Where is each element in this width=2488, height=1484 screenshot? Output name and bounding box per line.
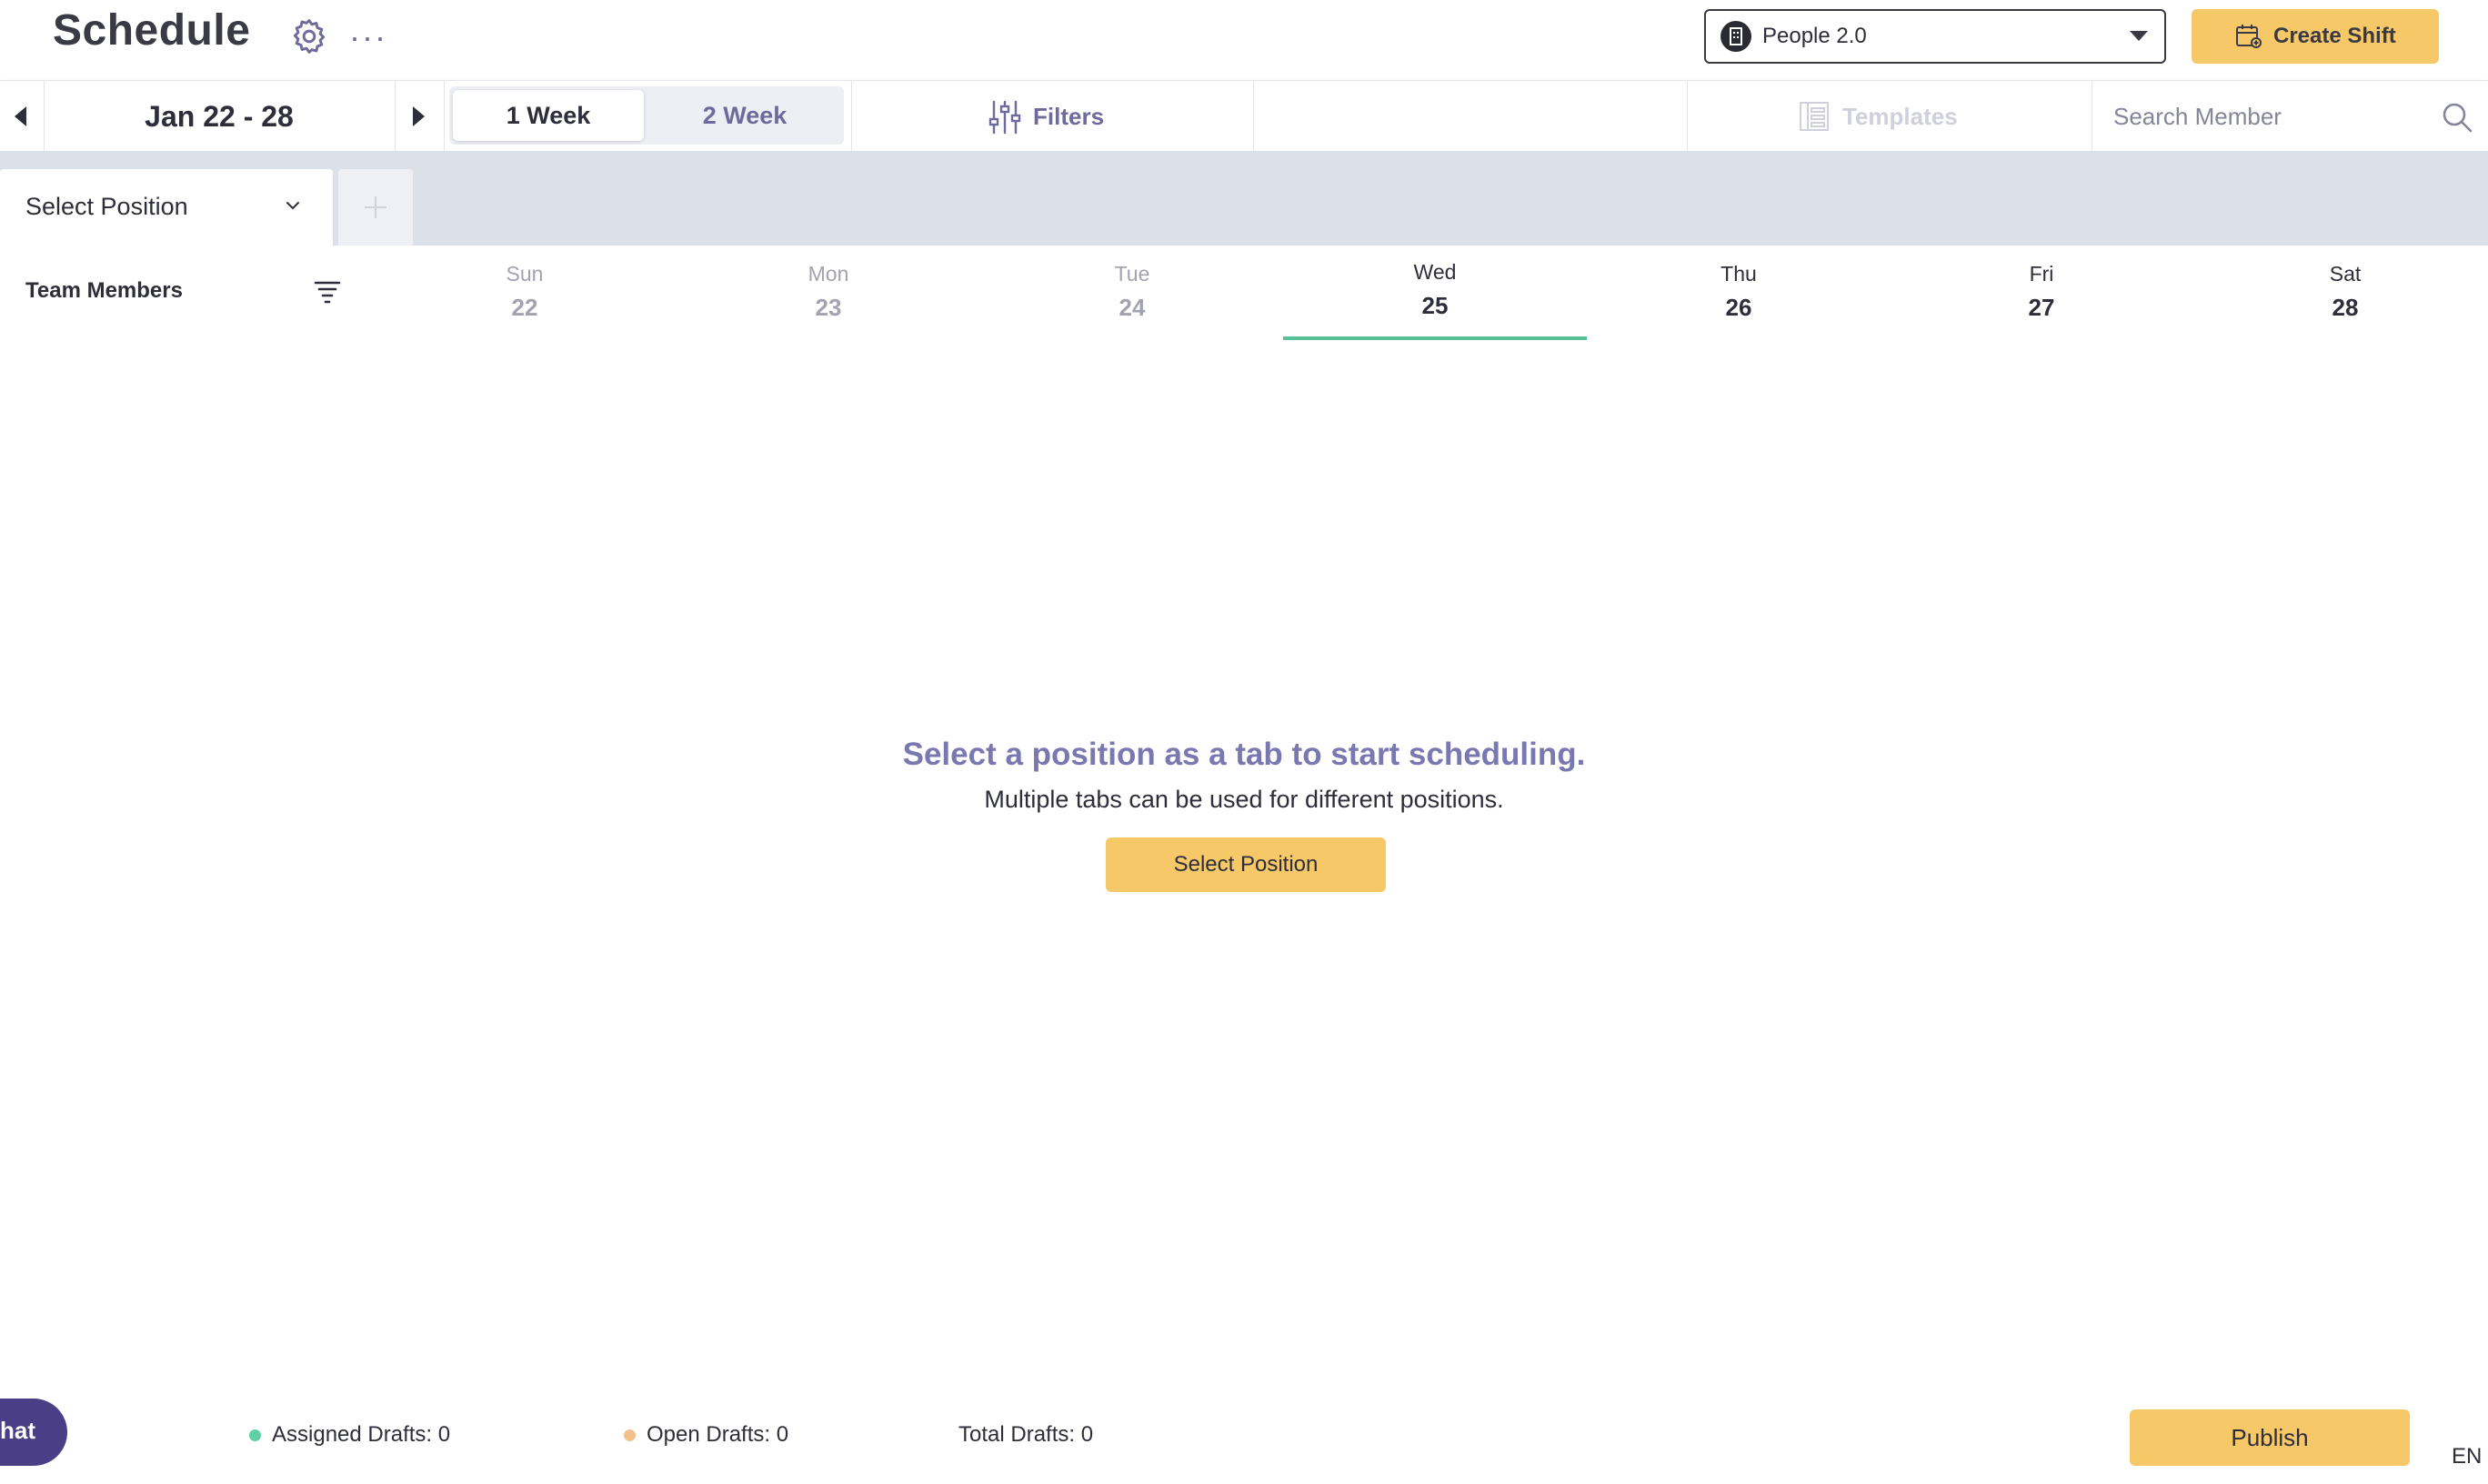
templates-label: Templates (1842, 103, 1958, 130)
day-header-wed: Wed 25 (1283, 258, 1587, 340)
divider (851, 81, 852, 152)
day-name: Sun (506, 262, 544, 286)
day-name: Mon (808, 262, 849, 286)
language-selector[interactable]: EN (2452, 1444, 2482, 1469)
position-tab-label: Select Position (25, 193, 188, 220)
chevron-down-icon (284, 196, 302, 215)
assigned-drafts-label: Assigned Drafts: 0 (272, 1422, 451, 1447)
caret-down-icon (2130, 31, 2148, 41)
tab-1-week[interactable]: 1 Week (453, 90, 644, 141)
select-position-button[interactable]: Select Position (1106, 837, 1386, 892)
divider (444, 81, 445, 152)
team-members-label: Team Members (25, 278, 183, 303)
previous-week-button[interactable] (0, 81, 44, 152)
app-header: Schedule ··· People 2.0 Create Shift (0, 0, 2488, 80)
day-header-sun: Sun 22 (373, 258, 677, 340)
position-tab-select[interactable]: Select Position (0, 169, 333, 246)
chat-button[interactable]: hat (0, 1399, 67, 1466)
day-date: 27 (2028, 294, 2055, 321)
search-icon[interactable] (2441, 101, 2473, 134)
position-tabs-bar: Select Position (0, 151, 2488, 246)
organization-select-value: People 2.0 (1762, 24, 1867, 48)
total-drafts-count: Total Drafts: 0 (958, 1422, 1094, 1447)
day-header-tue: Tue 24 (980, 258, 1284, 340)
publish-button[interactable]: Publish (2130, 1409, 2410, 1466)
day-date: 28 (2332, 294, 2359, 321)
day-date: 24 (1119, 294, 1146, 321)
search-member-input[interactable] (2097, 81, 2430, 152)
divider (1253, 81, 1254, 152)
date-range-label: Jan 22 - 28 (145, 100, 294, 133)
schedule-toolbar: Jan 22 - 28 1 Week 2 Week Filters Templa… (0, 80, 2488, 152)
empty-state-title: Select a position as a tab to start sche… (902, 737, 1586, 772)
day-header-fri: Fri 27 (1890, 258, 2193, 340)
divider (1687, 81, 1688, 152)
open-drafts-label: Open Drafts: 0 (647, 1422, 789, 1447)
day-date: 25 (1421, 292, 1449, 319)
more-dots-icon[interactable]: ··· (349, 18, 387, 56)
assigned-status-dot (249, 1429, 261, 1442)
tab-2-week[interactable]: 2 Week (649, 90, 840, 141)
add-tab-button[interactable] (338, 169, 413, 246)
day-name: Fri (2029, 262, 2054, 286)
day-name: Wed (1413, 260, 1457, 284)
sliders-icon (988, 99, 1022, 135)
empty-state-subtitle: Multiple tabs can be used for different … (984, 786, 1504, 813)
caret-right-icon (413, 106, 425, 126)
open-status-dot (624, 1429, 636, 1442)
building-icon (1721, 21, 1751, 52)
calendar-plus-icon (2235, 24, 2262, 49)
gear-icon[interactable] (289, 16, 329, 56)
day-header-sat: Sat 28 (2193, 258, 2488, 340)
day-name: Sat (2329, 262, 2362, 286)
day-name: Thu (1721, 262, 1757, 286)
next-week-button[interactable] (395, 81, 444, 152)
day-date: 26 (1725, 294, 1752, 321)
filters-label: Filters (1033, 103, 1105, 130)
chat-label: hat (0, 1417, 35, 1444)
open-drafts-count: Open Drafts: 0 (624, 1422, 788, 1448)
plus-icon (363, 195, 388, 220)
organization-select[interactable]: People 2.0 (1704, 9, 2166, 64)
day-header-mon: Mon 23 (677, 258, 980, 340)
page-title: Schedule (53, 6, 251, 55)
day-header-thu: Thu 26 (1587, 258, 1891, 340)
sort-filter-icon[interactable] (313, 280, 342, 304)
day-name: Tue (1114, 262, 1150, 286)
assigned-drafts-count: Assigned Drafts: 0 (249, 1422, 450, 1448)
day-date: 23 (815, 294, 842, 321)
caret-left-icon (15, 106, 26, 126)
create-shift-label: Create Shift (2273, 24, 2396, 48)
create-shift-button[interactable]: Create Shift (2192, 9, 2439, 64)
templates-icon (1799, 101, 1830, 132)
range-toggle: 1 Week 2 Week (449, 86, 844, 145)
day-date: 22 (511, 294, 538, 321)
